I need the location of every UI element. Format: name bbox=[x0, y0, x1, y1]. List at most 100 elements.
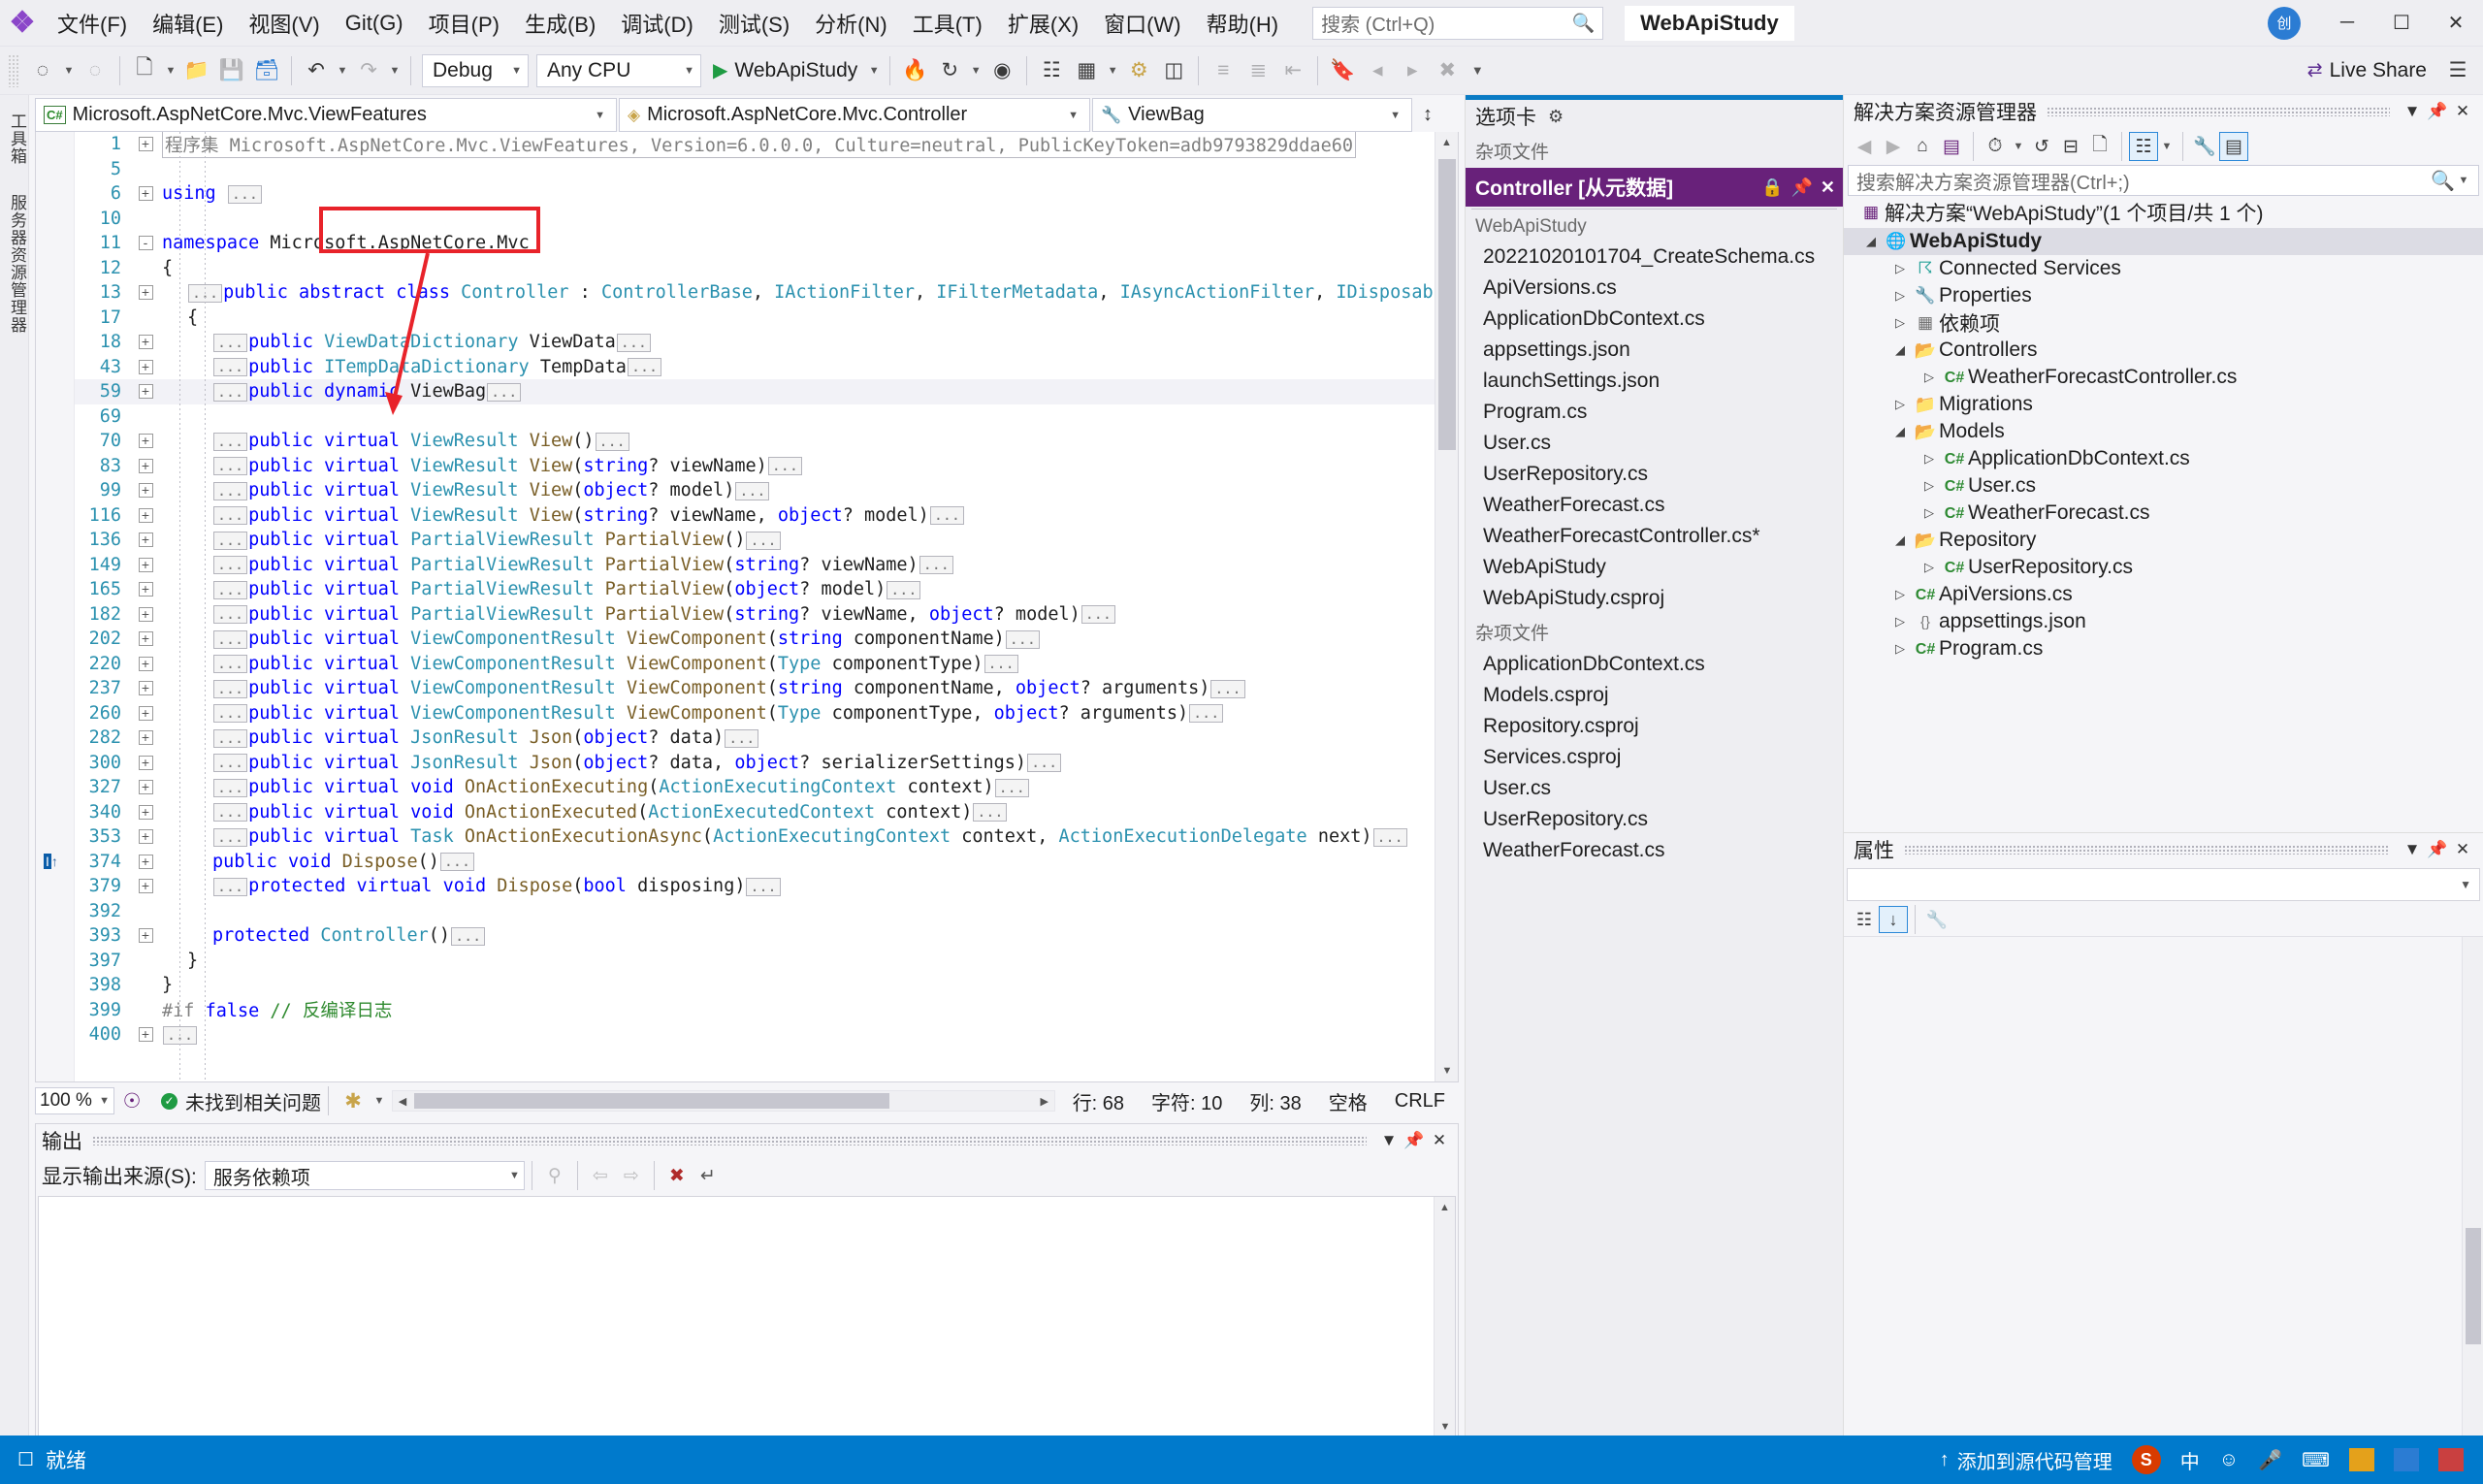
collapsed-region-icon[interactable]: ... bbox=[213, 803, 248, 823]
undo-icon[interactable]: ↶ bbox=[299, 53, 334, 88]
find-message-icon[interactable]: ⚲ bbox=[539, 1161, 570, 1190]
line-ending-mode[interactable]: CRLF bbox=[1381, 1090, 1459, 1113]
chevron-down-icon[interactable]: ▼ bbox=[2400, 840, 2425, 859]
previous-bookmark-icon[interactable]: ◂ bbox=[1360, 53, 1395, 88]
collapsed-region-icon[interactable]: ... bbox=[213, 457, 248, 476]
chevron-collapsed-icon[interactable]: ▷ bbox=[1918, 451, 1941, 467]
chevron-collapsed-icon[interactable]: ▷ bbox=[1888, 315, 1912, 331]
collapsed-region-icon[interactable]: ... bbox=[439, 853, 474, 872]
view-dropdown-icon[interactable]: ▼ bbox=[2158, 141, 2176, 152]
add-to-source-control-button[interactable]: ↑ 添加到源代码管理 bbox=[1930, 1446, 2122, 1474]
drag-handle[interactable] bbox=[92, 1136, 1367, 1145]
mic-icon[interactable]: 🎤 bbox=[2248, 1448, 2292, 1472]
scroll-up-icon[interactable]: ▲ bbox=[1435, 1197, 1455, 1218]
tray-icon-2[interactable] bbox=[2384, 1448, 2429, 1471]
code-line[interactable]: 393 + protected Controller()... bbox=[75, 923, 1435, 949]
clear-all-icon[interactable]: ✖ bbox=[661, 1161, 693, 1190]
zoom-level-select[interactable]: 100 % ▼ bbox=[35, 1087, 114, 1114]
code-line[interactable]: 6 + using ... bbox=[75, 181, 1435, 207]
start-debugging-button[interactable]: ▶ WebApiStudy bbox=[705, 53, 865, 88]
collapsed-region-icon[interactable]: ... bbox=[746, 877, 781, 896]
code-line[interactable]: 397} bbox=[75, 949, 1435, 974]
menu-item-7[interactable]: 测试(S) bbox=[706, 0, 802, 47]
new-item-dropdown-icon[interactable]: ▼ bbox=[162, 65, 179, 77]
code-line[interactable]: 17 { bbox=[75, 306, 1435, 331]
skype-icon[interactable]: S bbox=[2122, 1445, 2171, 1474]
code-line[interactable]: 149 +... public virtual PartialViewResult … bbox=[75, 553, 1435, 578]
navigate-backward-icon[interactable]: ◌ bbox=[25, 53, 60, 88]
fold-toggle-icon[interactable]: + bbox=[135, 656, 156, 672]
code-line[interactable]: 18 +... public ViewDataDictionary ViewData… bbox=[75, 330, 1435, 355]
chevron-collapsed-icon[interactable]: ▷ bbox=[1918, 370, 1941, 385]
code-text-area[interactable]: 1 + 程序集 Microsoft.AspNetCore.Mvc.ViewFeatu… bbox=[75, 132, 1435, 1081]
scroll-left-icon[interactable]: ◀ bbox=[393, 1091, 412, 1111]
fold-toggle-icon[interactable]: + bbox=[135, 557, 156, 573]
solution-explorer-search-input[interactable]: 搜索解决方案资源管理器(Ctrl+;) 🔍 ▼ bbox=[1848, 165, 2479, 196]
collapsed-region-icon[interactable]: ... bbox=[213, 531, 248, 550]
code-line[interactable]: 12 { bbox=[75, 256, 1435, 281]
notification-icon[interactable]: ☺ bbox=[2209, 1449, 2248, 1471]
tree-node-program-cs[interactable]: ▷ C# Program.cs bbox=[1844, 635, 2483, 662]
code-editor[interactable]: I ↑ 1 + 程序集 Microsoft.AspNetCore.Mvc.ViewFe… bbox=[35, 132, 1459, 1082]
code-line[interactable]: 99 +... public virtual ViewResult View(obj… bbox=[75, 478, 1435, 503]
menu-item-1[interactable]: 编辑(E) bbox=[140, 0, 236, 47]
code-line[interactable]: 260 +... public virtual ViewComponentResul… bbox=[75, 701, 1435, 726]
toggle-word-wrap-icon[interactable]: ↵ bbox=[693, 1161, 724, 1190]
solution-explorer-tree[interactable]: ◢ 🌐 WebApiStudy ▷ ☈ Connected Services ▷ 🔧 Prope… bbox=[1844, 226, 2483, 832]
redo-dropdown-icon[interactable]: ▼ bbox=[386, 65, 403, 77]
properties-icon[interactable]: 🔧 bbox=[2190, 132, 2219, 161]
collapsed-region-icon[interactable]: ... bbox=[227, 184, 262, 204]
tabs-list-item[interactable]: UserRepository.cs bbox=[1466, 459, 1843, 490]
code-line[interactable]: 392 bbox=[75, 899, 1435, 924]
collapsed-region-icon[interactable]: ... bbox=[213, 778, 248, 797]
editor-horizontal-scrollbar[interactable]: ◀ ▶ bbox=[392, 1090, 1055, 1112]
hot-reload-icon[interactable]: 🔥 bbox=[897, 53, 932, 88]
chevron-collapsed-icon[interactable]: ▷ bbox=[1888, 261, 1912, 276]
code-line[interactable]: 5 bbox=[75, 157, 1435, 182]
collapsed-region-icon[interactable]: ... bbox=[213, 580, 248, 599]
scroll-up-icon[interactable]: ▲ bbox=[1435, 132, 1458, 153]
tabs-active-item[interactable]: Controller [从元数据] 🔒 📌 ✕ bbox=[1466, 168, 1843, 207]
glyph-margin[interactable]: I ↑ bbox=[36, 132, 75, 1081]
new-item-icon[interactable]: 🗋 bbox=[127, 53, 162, 88]
solution-platform-select[interactable]: Any CPU ▼ bbox=[536, 53, 701, 87]
uncomment-icon[interactable]: ≣ bbox=[1241, 53, 1275, 88]
property-pages-icon[interactable]: 🔧 bbox=[1922, 906, 1951, 933]
code-line[interactable]: 340 +... public virtual void OnActionExecu… bbox=[75, 800, 1435, 825]
chevron-collapsed-icon[interactable]: ▷ bbox=[1888, 397, 1912, 412]
code-line[interactable]: 400 +... bbox=[75, 1022, 1435, 1048]
bookmark-icon[interactable]: 🔖 bbox=[1325, 53, 1360, 88]
tree-node-userrepository-cs[interactable]: ▷ C# UserRepository.cs bbox=[1844, 554, 2483, 581]
tray-icon-3[interactable] bbox=[2429, 1448, 2473, 1471]
avatar[interactable]: 创 bbox=[2268, 6, 2301, 40]
collapsed-region-icon[interactable]: ... bbox=[1210, 679, 1245, 698]
pin-icon[interactable]: 📌 bbox=[2425, 102, 2450, 121]
collapse-all-icon[interactable]: ⊟ bbox=[2056, 132, 2085, 161]
layout-dropdown-icon[interactable]: ▼ bbox=[1104, 65, 1121, 77]
code-line[interactable]: 1 + 程序集 Microsoft.AspNetCore.Mvc.ViewFeatu… bbox=[75, 132, 1435, 158]
collapsed-region-icon[interactable]: ... bbox=[767, 457, 802, 476]
collapsed-region-icon[interactable]: ... bbox=[1005, 629, 1040, 649]
tabs-list-item[interactable]: WeatherForecastController.cs* bbox=[1466, 521, 1843, 552]
code-line[interactable]: 10 bbox=[75, 207, 1435, 232]
fold-toggle-icon[interactable]: + bbox=[135, 854, 156, 870]
chevron-collapsed-icon[interactable]: ▷ bbox=[1888, 641, 1912, 657]
collapsed-region-icon[interactable]: ... bbox=[929, 506, 964, 526]
menu-item-10[interactable]: 扩展(X) bbox=[995, 0, 1091, 47]
chevron-expanded-icon[interactable]: ◢ bbox=[1888, 342, 1912, 358]
home-icon[interactable]: ⌂ bbox=[1908, 132, 1937, 161]
collapsed-region-icon[interactable]: ... bbox=[725, 728, 759, 748]
tabs-list-item[interactable]: Program.cs bbox=[1466, 397, 1843, 428]
fold-toggle-icon[interactable]: + bbox=[135, 828, 156, 845]
chevron-down-icon[interactable]: ▼ bbox=[1376, 1131, 1402, 1150]
split-editor-icon[interactable]: ↕ bbox=[1414, 98, 1441, 132]
code-line[interactable]: 11- namespace Microsoft.AspNetCore.Mvc bbox=[75, 231, 1435, 256]
refresh-icon[interactable]: ↺ bbox=[2027, 132, 2056, 161]
tree-node-applicationdbcontext-cs[interactable]: ▷ C# ApplicationDbContext.cs bbox=[1844, 445, 2483, 472]
fold-toggle-icon[interactable]: + bbox=[135, 433, 156, 449]
collapsed-region-icon[interactable]: ... bbox=[213, 605, 248, 625]
drag-handle[interactable] bbox=[2047, 107, 2390, 116]
view-class-diagram-icon[interactable]: ☷ bbox=[2129, 132, 2158, 161]
save-all-icon[interactable]: 🗃 bbox=[249, 53, 284, 88]
toolbar-grip[interactable] bbox=[8, 53, 19, 87]
